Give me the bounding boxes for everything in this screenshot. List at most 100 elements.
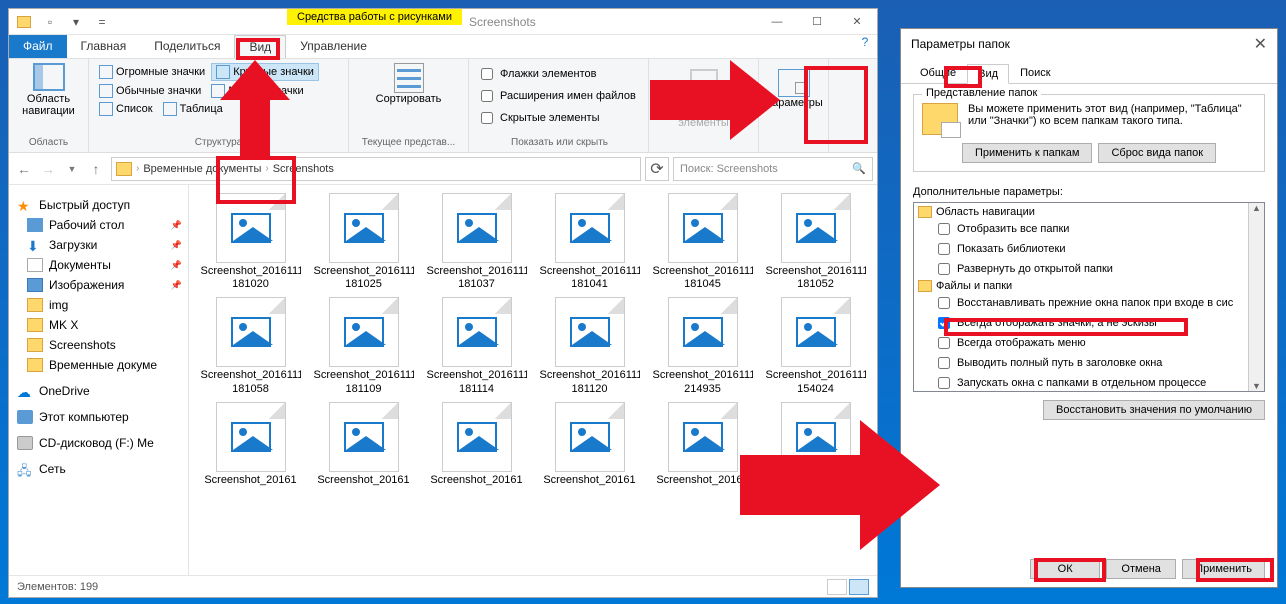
chk-ff-0[interactable]	[938, 297, 950, 309]
tab-manage[interactable]: Управление	[286, 35, 381, 58]
tree-files-folders[interactable]: Файлы и папки	[916, 279, 1262, 293]
navigation-pane-label[interactable]: Область навигации	[15, 93, 82, 117]
dialog-tab-general[interactable]: Общие	[909, 63, 967, 83]
file-item[interactable]: Screenshot_20161	[423, 402, 530, 487]
file-item[interactable]: Screenshot_20161118-181114	[423, 297, 530, 395]
nav-documents[interactable]: Документы📌	[9, 255, 188, 275]
view-details-button[interactable]	[827, 579, 847, 595]
ok-button[interactable]: ОК	[1030, 559, 1100, 579]
checkbox-hidden-items[interactable]	[481, 112, 493, 124]
advanced-settings-tree[interactable]: Область навигации Отобразить все папки П…	[913, 202, 1265, 392]
chk-show-libraries[interactable]	[938, 243, 950, 255]
file-item[interactable]: Screenshot_20161118-181052	[762, 193, 869, 291]
maximize-button[interactable]: ☐	[797, 9, 837, 35]
reset-folders-button[interactable]: Сброс вида папок	[1098, 143, 1216, 163]
close-button[interactable]: ✕	[837, 9, 877, 35]
nav-mkx[interactable]: MK X	[9, 315, 188, 335]
breadcrumb[interactable]: Screenshots	[273, 163, 334, 175]
checkbox-item-flags[interactable]	[481, 68, 493, 80]
nav-tempdocs[interactable]: Временные докуме	[9, 355, 188, 375]
file-item[interactable]: Screenshot_20161	[762, 402, 869, 487]
file-item[interactable]: Screenshot_20161	[310, 402, 417, 487]
file-item[interactable]: Screenshot_20161	[649, 402, 756, 487]
nav-cd-drive[interactable]: CD-дисковод (F:) Me	[9, 433, 188, 453]
nav-forward-button[interactable]: →	[37, 157, 59, 181]
file-thumbnail	[555, 297, 625, 367]
file-item[interactable]: Screenshot_20161118-181037	[423, 193, 530, 291]
layout-list[interactable]: Список	[95, 101, 157, 117]
file-name: Screenshot_20161	[314, 474, 414, 487]
file-thumbnail	[555, 193, 625, 263]
file-item[interactable]: Screenshot_20161118-214935	[649, 297, 756, 395]
layout-large[interactable]: Крупные значки	[211, 63, 319, 81]
folder-icon	[116, 162, 132, 176]
file-thumbnail	[781, 193, 851, 263]
file-item[interactable]: Screenshot_20161118-181058	[197, 297, 304, 395]
ribbon-options-button[interactable]: Параметры	[759, 59, 829, 152]
tab-share[interactable]: Поделиться	[140, 35, 234, 58]
file-item[interactable]: Screenshot_20161118-181109	[310, 297, 417, 395]
nav-back-button[interactable]: ←	[13, 157, 35, 181]
view-icons-button[interactable]	[849, 579, 869, 595]
tab-home[interactable]: Главная	[67, 35, 141, 58]
refresh-button[interactable]: ⟳	[645, 157, 669, 181]
restore-defaults-button[interactable]: Восстановить значения по умолчанию	[1043, 400, 1265, 420]
tree-scrollbar[interactable]	[1248, 203, 1264, 391]
file-item[interactable]: Screenshot_20161118-181020	[197, 193, 304, 291]
file-name: Screenshot_20161118-181058	[201, 369, 301, 395]
search-input[interactable]: Поиск: Screenshots 🔍	[673, 157, 873, 181]
apply-to-folders-button[interactable]: Применить к папкам	[962, 143, 1093, 163]
nav-this-pc[interactable]: Этот компьютер	[9, 407, 188, 427]
nav-quick-access[interactable]: ★Быстрый доступ	[9, 195, 188, 215]
dialog-close-button[interactable]: ✕	[1254, 34, 1267, 54]
cancel-button[interactable]: Отмена	[1106, 559, 1176, 579]
chk-ff-4[interactable]	[938, 377, 950, 389]
chk-expand-to-folder[interactable]	[938, 263, 950, 275]
nav-up-button[interactable]: ↑	[85, 157, 107, 181]
sort-label[interactable]: Сортировать	[376, 93, 442, 105]
file-item[interactable]: Screenshot_20161118-181045	[649, 193, 756, 291]
new-folder-icon[interactable]: ▾	[65, 11, 87, 33]
help-icon[interactable]: ?	[853, 35, 877, 58]
layout-medium[interactable]: Обычные значки	[95, 83, 205, 99]
folder-icon[interactable]	[13, 11, 35, 33]
tab-file[interactable]: Файл	[9, 35, 67, 58]
nav-history-button[interactable]: ▼	[61, 157, 83, 181]
file-item[interactable]: Screenshot_20161	[536, 402, 643, 487]
file-name: Screenshot_20161	[427, 474, 527, 487]
tab-view[interactable]: Вид	[234, 35, 286, 58]
nav-pictures[interactable]: Изображения📌	[9, 275, 188, 295]
chk-ff-1[interactable]	[938, 317, 950, 329]
nav-downloads[interactable]: ⬇Загрузки📌	[9, 235, 188, 255]
chk-show-all-folders[interactable]	[938, 223, 950, 235]
tree-nav-pane[interactable]: Область навигации	[916, 205, 1262, 219]
nav-desktop[interactable]: Рабочий стол📌	[9, 215, 188, 235]
file-item[interactable]: Screenshot_20161	[197, 402, 304, 487]
dialog-tab-view[interactable]: Вид	[967, 64, 1009, 84]
properties-icon[interactable]: ▫	[39, 11, 61, 33]
layout-small[interactable]: Мелкие значки	[207, 83, 307, 99]
qat-dropdown-icon[interactable]: =	[91, 11, 113, 33]
sort-icon[interactable]	[394, 63, 424, 93]
apply-button[interactable]: Применить	[1182, 559, 1265, 579]
ribbon-tabs: Файл Главная Поделиться Вид Управление ?	[9, 35, 877, 59]
layout-extralarge[interactable]: Огромные значки	[95, 63, 209, 81]
file-item[interactable]: Screenshot_20161118-181025	[310, 193, 417, 291]
navigation-pane-icon[interactable]	[33, 63, 65, 91]
dialog-tab-search[interactable]: Поиск	[1009, 63, 1061, 83]
layout-details[interactable]: Таблица	[159, 101, 227, 117]
nav-img[interactable]: img	[9, 295, 188, 315]
file-item[interactable]: Screenshot_20161119-154024	[762, 297, 869, 395]
nav-screenshots[interactable]: Screenshots	[9, 335, 188, 355]
minimize-button[interactable]: —	[757, 9, 797, 35]
nav-onedrive[interactable]: ☁OneDrive	[9, 381, 188, 401]
breadcrumb[interactable]: Временные документы	[143, 163, 261, 175]
address-bar[interactable]: › Временные документы › Screenshots	[111, 157, 641, 181]
ribbon-group-current-view: Сортировать Текущее представ...	[349, 59, 469, 152]
file-item[interactable]: Screenshot_20161118-181041	[536, 193, 643, 291]
chk-ff-3[interactable]	[938, 357, 950, 369]
nav-network[interactable]: 🖧Сеть	[9, 459, 188, 479]
file-item[interactable]: Screenshot_20161118-181120	[536, 297, 643, 395]
chk-ff-2[interactable]	[938, 337, 950, 349]
checkbox-file-extensions[interactable]	[481, 90, 493, 102]
